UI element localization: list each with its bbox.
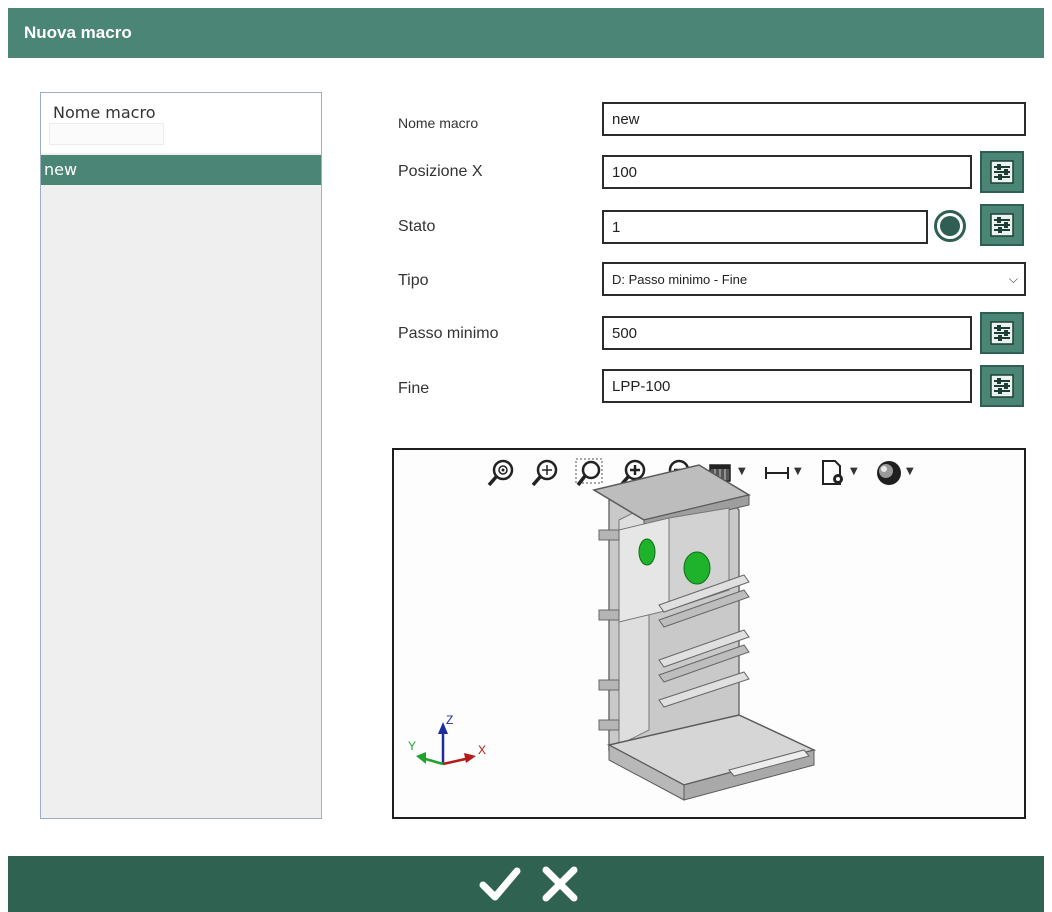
action-bar	[8, 856, 1044, 912]
stato-label: Stato	[398, 218, 436, 235]
posizione-x-field[interactable]: 100	[602, 155, 972, 189]
axis-triad: Z X Y	[408, 713, 486, 766]
sliders-icon	[990, 374, 1014, 398]
macro-list: Nome macro new	[40, 92, 322, 819]
stato-field[interactable]: 1	[602, 210, 928, 244]
stato-settings-button[interactable]	[980, 204, 1024, 246]
nome-macro-label: Nome macro	[398, 115, 479, 131]
passo-minimo-field[interactable]: 500	[602, 316, 972, 350]
list-item-new[interactable]: new	[41, 155, 321, 185]
check-icon[interactable]	[478, 862, 522, 906]
sliders-icon	[990, 160, 1014, 184]
window-title: Nuova macro	[24, 23, 132, 42]
tipo-select-value: D: Passo minimo - Fine	[612, 271, 748, 287]
render-mode-icon[interactable]	[874, 458, 904, 488]
tipo-label: Tipo	[398, 272, 429, 289]
passo-minimo-settings-button[interactable]	[980, 312, 1024, 354]
title-bar: Nuova macro	[8, 8, 1044, 58]
axis-z-label: Z	[446, 713, 453, 727]
tipo-select[interactable]: D: Passo minimo - Fine ⌵	[602, 262, 1026, 296]
profile-3d-model	[592, 464, 817, 801]
axis-x-label: X	[478, 743, 486, 757]
axis-y-label: Y	[408, 739, 416, 753]
list-header: Nome macro	[41, 93, 321, 154]
list-filter-input[interactable]	[49, 123, 164, 145]
stato-toggle[interactable]	[934, 210, 966, 242]
zoom-fit-icon[interactable]	[486, 458, 516, 488]
posizione-x-settings-button[interactable]	[980, 151, 1024, 193]
fine-settings-button[interactable]	[980, 365, 1024, 407]
sliders-icon	[990, 321, 1014, 345]
nome-macro-field[interactable]: new	[602, 102, 1026, 136]
list-header-label: Nome macro	[53, 103, 156, 122]
close-icon[interactable]	[538, 862, 582, 906]
passo-minimo-label: Passo minimo	[398, 325, 499, 342]
posizione-x-label: Posizione X	[398, 163, 483, 180]
sliders-icon	[990, 213, 1014, 237]
chevron-down-icon: ⌵	[1008, 272, 1018, 286]
3d-viewer[interactable]: ▼ ▼ ▼ ▼ Z X Y	[392, 448, 1026, 819]
toggle-dot	[940, 216, 960, 236]
fine-field[interactable]: LPP-100	[602, 369, 972, 403]
fine-label: Fine	[398, 380, 430, 397]
settings-doc-dropdown-icon[interactable]: ▼	[850, 466, 858, 477]
render-mode-dropdown-icon[interactable]: ▼	[906, 466, 914, 477]
zoom-window-icon[interactable]	[530, 458, 560, 488]
